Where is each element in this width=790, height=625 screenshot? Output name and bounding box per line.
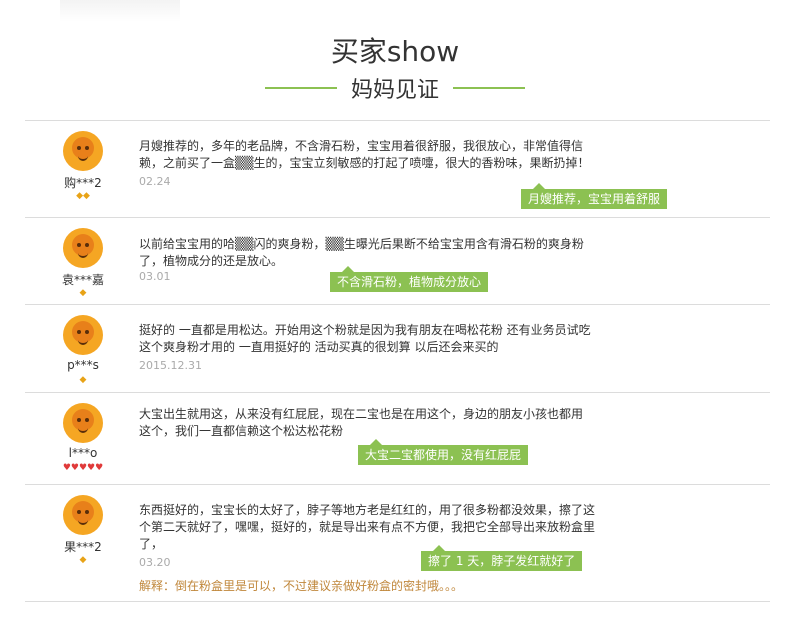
level-badge-icon: ◆ — [79, 375, 87, 385]
review-item: 购***2 ◆◆ 月嫂推荐的，多年的老品牌，不含滑石粉，宝宝用着很舒服，我很放心… — [25, 120, 770, 218]
highlight-tag: 大宝二宝都使用，没有红屁屁 — [358, 439, 529, 465]
review-text: 大宝出生就用这，从来没有红屁屁，现在二宝也是在用这个，身边的朋友小孩也都用这个，… — [139, 407, 584, 438]
review-date: 03.01 — [139, 270, 171, 283]
review-date: 2015.12.31 — [139, 359, 202, 372]
highlight-tag: 不含滑石粉，植物成分放心 — [330, 266, 489, 292]
highlight-tag: 月嫂推荐，宝宝用着舒服 — [521, 183, 668, 209]
level-badge-icon: ♥♥♥♥♥ — [62, 463, 104, 473]
top-fade — [60, 0, 180, 22]
username: 购***2 — [64, 176, 102, 190]
level-badge-icon: ◆◆ — [76, 191, 90, 201]
review-date: 02.24 — [139, 175, 171, 188]
review-text: 挺好的 一直都是用松达。开始用这个粉就是因为我有朋友在喝松花粉 还有业务员试吃这… — [139, 323, 591, 354]
review-item: 果***2 ◆ 东西挺好的，宝宝长的太好了，脖子等地方老是红红的，用了很多粉都没… — [25, 484, 770, 602]
avatar — [63, 495, 103, 535]
subtitle-right-line — [453, 87, 525, 89]
username: 果***2 — [64, 540, 102, 554]
subtitle-left-line — [264, 87, 337, 89]
page-subtitle-row: 妈妈见证 — [0, 72, 790, 104]
level-badge-icon: ◆ — [79, 288, 87, 298]
avatar — [63, 228, 103, 268]
review-text: 以前给宝宝用的哈▒▒闪的爽身粉，▒▒生曝光后果断不给宝宝用含有滑石粉的爽身粉了，… — [139, 237, 584, 268]
page-subtitle: 妈妈见证 — [350, 78, 439, 103]
avatar — [63, 403, 103, 443]
level-badge-icon: ◆ — [79, 555, 87, 565]
username: 袁***嘉 — [61, 273, 104, 287]
highlight-tag: 擦了 1 天，脖子发红就好了 — [421, 545, 583, 571]
avatar — [63, 315, 103, 355]
review-item: 袁***嘉 ◆ 以前给宝宝用的哈▒▒闪的爽身粉，▒▒生曝光后果断不给宝宝用含有滑… — [25, 217, 770, 305]
review-text: 东西挺好的，宝宝长的太好了，脖子等地方老是红红的，用了很多粉都没效果，擦了这个第… — [139, 503, 596, 551]
username: l***o — [68, 446, 98, 460]
review-item: p***s ◆ 挺好的 一直都是用松达。开始用这个粉就是因为我有朋友在喝松花粉 … — [25, 304, 770, 393]
username: p***s — [67, 358, 99, 372]
avatar — [63, 131, 103, 171]
review-date: 03.20 — [139, 556, 171, 569]
page-title: 买家show — [330, 35, 460, 68]
review-item: l***o ♥♥♥♥♥ 大宝出生就用这，从来没有红屁屁，现在二宝也是在用这个，身… — [25, 392, 770, 485]
review-text: 月嫂推荐的，多年的老品牌，不含滑石粉，宝宝用着很舒服，我很放心，非常值得信赖，之… — [139, 139, 590, 170]
seller-reply: 解释：倒在粉盒里是可以，不过建议亲做好粉盒的密封哦。。。 — [139, 579, 464, 593]
